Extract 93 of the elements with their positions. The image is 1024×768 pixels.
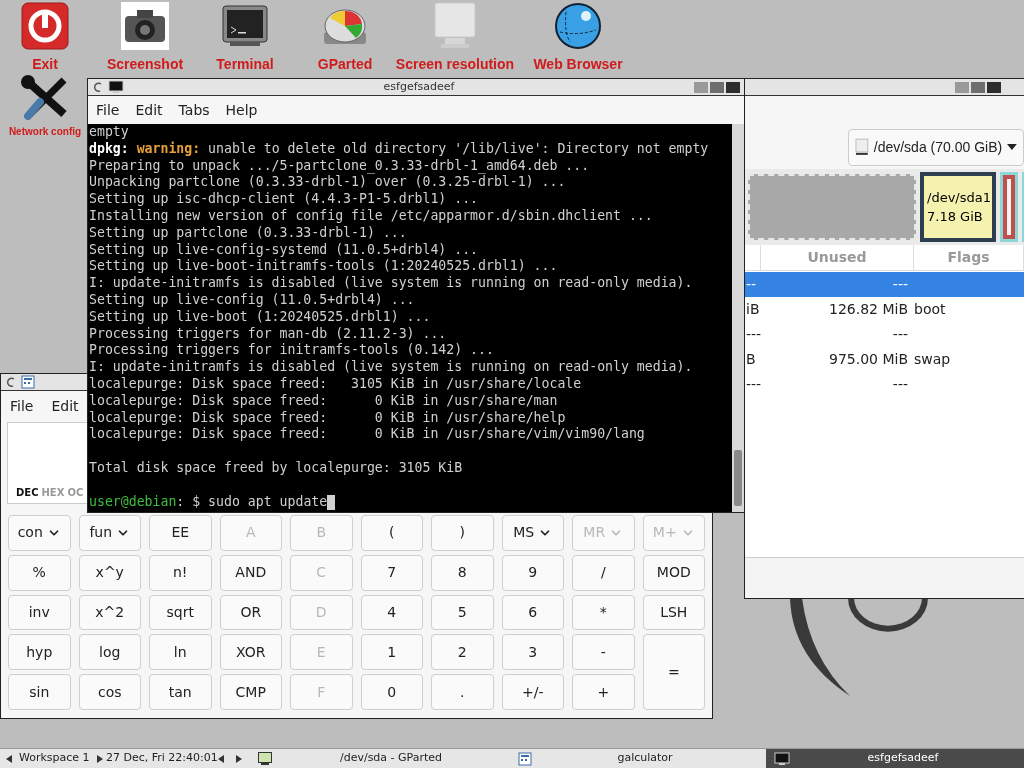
terminal-line: dpkg: warning: unable to delete old directory '/lib/live': Directory not empty: [89, 140, 710, 158]
terminal-line: Total disk space freed by localepurge: 3105 KiB: [89, 458, 464, 477]
calculator-key[interactable]: 2: [431, 634, 494, 671]
calculator-key[interactable]: fun: [78, 515, 141, 551]
calculator-key[interactable]: LSH: [642, 594, 705, 631]
calculator-key[interactable]: -: [572, 634, 635, 671]
calculator-key[interactable]: 8: [431, 554, 494, 591]
terminal-line: Processing triggers for man-db (2.11.2-3) ...: [89, 325, 448, 343]
terminal-line: I: update-initramfs is disabled (live system is running on read-only media).: [89, 359, 694, 376]
menu-item[interactable]: Help: [225, 99, 258, 121]
terminal-line: Setting up isc-dhcp-client (4.4.3-P1-5.drbl1) ...: [89, 191, 480, 208]
calculator-key[interactable]: 7: [360, 554, 423, 591]
terminal-line: localepurge: Disk space freed: 0 KiB in /usr/share/man: [89, 392, 559, 410]
calculator-key[interactable]: *: [572, 594, 635, 631]
window-title: esfgefsadeef: [382, 78, 456, 95]
terminal-line: I: update-initramfs is disabled (live system is running on read-only media).: [89, 275, 694, 292]
calculator-key[interactable]: inv: [8, 594, 71, 631]
terminal-line: Preparing to unpack .../5-partclone_0.3.33-drbl-1_amd64.deb ...: [89, 157, 591, 175]
table-cell-text: 975.00 MiB: [828, 350, 908, 369]
calculator-key[interactable]: 3: [501, 634, 564, 671]
calculator-key[interactable]: ln: [149, 634, 212, 671]
calculator-key[interactable]: %: [8, 554, 71, 591]
table-cell-text: ---: [891, 375, 908, 394]
terminal-line: Setting up live-config-systemd (11.0.5+drbl4) ...: [89, 241, 480, 259]
table-cell-text: ---: [745, 325, 761, 344]
terminal-line: Setting up live-config (11.0.5+drbl4) ...: [89, 291, 416, 309]
calculator-key[interactable]: +: [572, 674, 635, 710]
task-button[interactable]: galculator: [510, 749, 766, 768]
menu-item[interactable]: File: [10, 396, 34, 417]
table-cell-text: iB: [745, 300, 761, 319]
calculator-key[interactable]: 0: [360, 674, 423, 710]
terminal-line: localepurge: Disk space freed: 0 KiB in /usr/share/vim/vim90/lang: [89, 426, 646, 444]
calculator-key[interactable]: sin: [8, 674, 71, 710]
calculator-key[interactable]: x^y: [78, 554, 141, 591]
table-cell-text: B: [745, 350, 757, 369]
terminal-line: Installing new version of config file /etc/apparmor.d/sbin.dhclient ...: [89, 208, 654, 225]
calculator-key[interactable]: x^2: [78, 594, 141, 631]
base-option[interactable]: DEC: [16, 485, 39, 500]
calculator-key[interactable]: /: [572, 554, 635, 591]
calculator-key[interactable]: EE: [149, 515, 212, 551]
menu-item[interactable]: File: [96, 99, 120, 121]
calculator-key[interactable]: .: [431, 674, 494, 710]
calculator-key[interactable]: sqrt: [149, 594, 212, 631]
terminal-line: empty: [89, 124, 130, 141]
partition-name: /dev/sda1: [927, 189, 989, 207]
calculator-key[interactable]: cos: [78, 674, 141, 710]
terminal-line: localepurge: Disk space freed: 3105 KiB in /usr/share/locale: [89, 375, 583, 393]
calculator-key[interactable]: log: [78, 634, 141, 671]
partition-size: 7.18 GiB: [927, 208, 984, 226]
calculator-key[interactable]: +/-: [501, 674, 564, 710]
terminal-line: Setting up live-boot-initramfs-tools (1:20240525.drbl1) ...: [89, 258, 559, 276]
table-cell-text: ---: [745, 375, 761, 394]
task-button[interactable]: /dev/sda - GParted: [272, 749, 510, 768]
calculator-key[interactable]: ): [431, 515, 494, 551]
table-row[interactable]: -- ---: [745, 272, 1024, 297]
partition-block[interactable]: /dev/sda1 7.18 GiB: [920, 172, 996, 242]
table-cell-text: ---: [891, 325, 908, 344]
prompt-user: user@debian: [89, 493, 177, 511]
table-cell-text: --: [745, 275, 758, 294]
calculator-key[interactable]: CMP: [219, 674, 282, 710]
calculator-key[interactable]: MOD: [642, 554, 705, 591]
task-button[interactable]: esfgefsadeef: [766, 749, 1024, 768]
clock: 27 Dec, Fri 22:40:01: [106, 750, 218, 767]
menu-item[interactable]: Tabs: [178, 99, 210, 121]
calculator-key[interactable]: (: [360, 515, 423, 551]
calculator-key[interactable]: 9: [501, 554, 564, 591]
calculator-key[interactable]: 4: [360, 594, 423, 631]
calculator-key[interactable]: OR: [219, 594, 282, 631]
menu-item[interactable]: Edit: [135, 99, 163, 121]
terminal-line: localepurge: Disk space freed: 0 KiB in /usr/share/help: [89, 409, 567, 427]
calculator-key[interactable]: tan: [149, 674, 212, 710]
table-cell-text: boot: [914, 300, 946, 319]
calculator-key[interactable]: AND: [219, 554, 282, 591]
calculator-key[interactable]: XOR: [219, 634, 282, 671]
terminal-line: Unpacking partclone (0.3.33-drbl-1) over (0.3.25-drbl-1) ...: [89, 174, 567, 192]
calculator-key[interactable]: n!: [149, 554, 212, 591]
terminal-line: Setting up partclone (0.3.33-drbl-1) ...: [89, 224, 408, 242]
calculator-key[interactable]: MS: [501, 515, 564, 551]
workspace-label[interactable]: Workspace 1: [19, 750, 90, 767]
terminal-line: Processing triggers for initramfs-tools (0.142) ...: [89, 342, 495, 360]
calculator-key[interactable]: hyp: [8, 634, 71, 671]
calculator-key[interactable]: 5: [431, 594, 494, 631]
terminal-line: Setting up live-boot (1:20240525.drbl1) ...: [89, 308, 432, 326]
calculator-key[interactable]: con: [8, 515, 71, 551]
table-cell-text: swap: [914, 350, 951, 369]
calculator-key[interactable]: 6: [501, 594, 564, 631]
prompt-command: : $ sudo apt update: [176, 493, 328, 511]
calculator-key[interactable]: =: [642, 634, 705, 710]
table-cell-text: ---: [891, 275, 908, 294]
device-dropdown[interactable]: /dev/sda (70.00 GiB): [848, 128, 1024, 166]
menu-item[interactable]: Edit: [51, 396, 79, 417]
calculator-key[interactable]: 1: [360, 634, 423, 671]
table-cell-text: 126.82 MiB: [828, 300, 908, 319]
